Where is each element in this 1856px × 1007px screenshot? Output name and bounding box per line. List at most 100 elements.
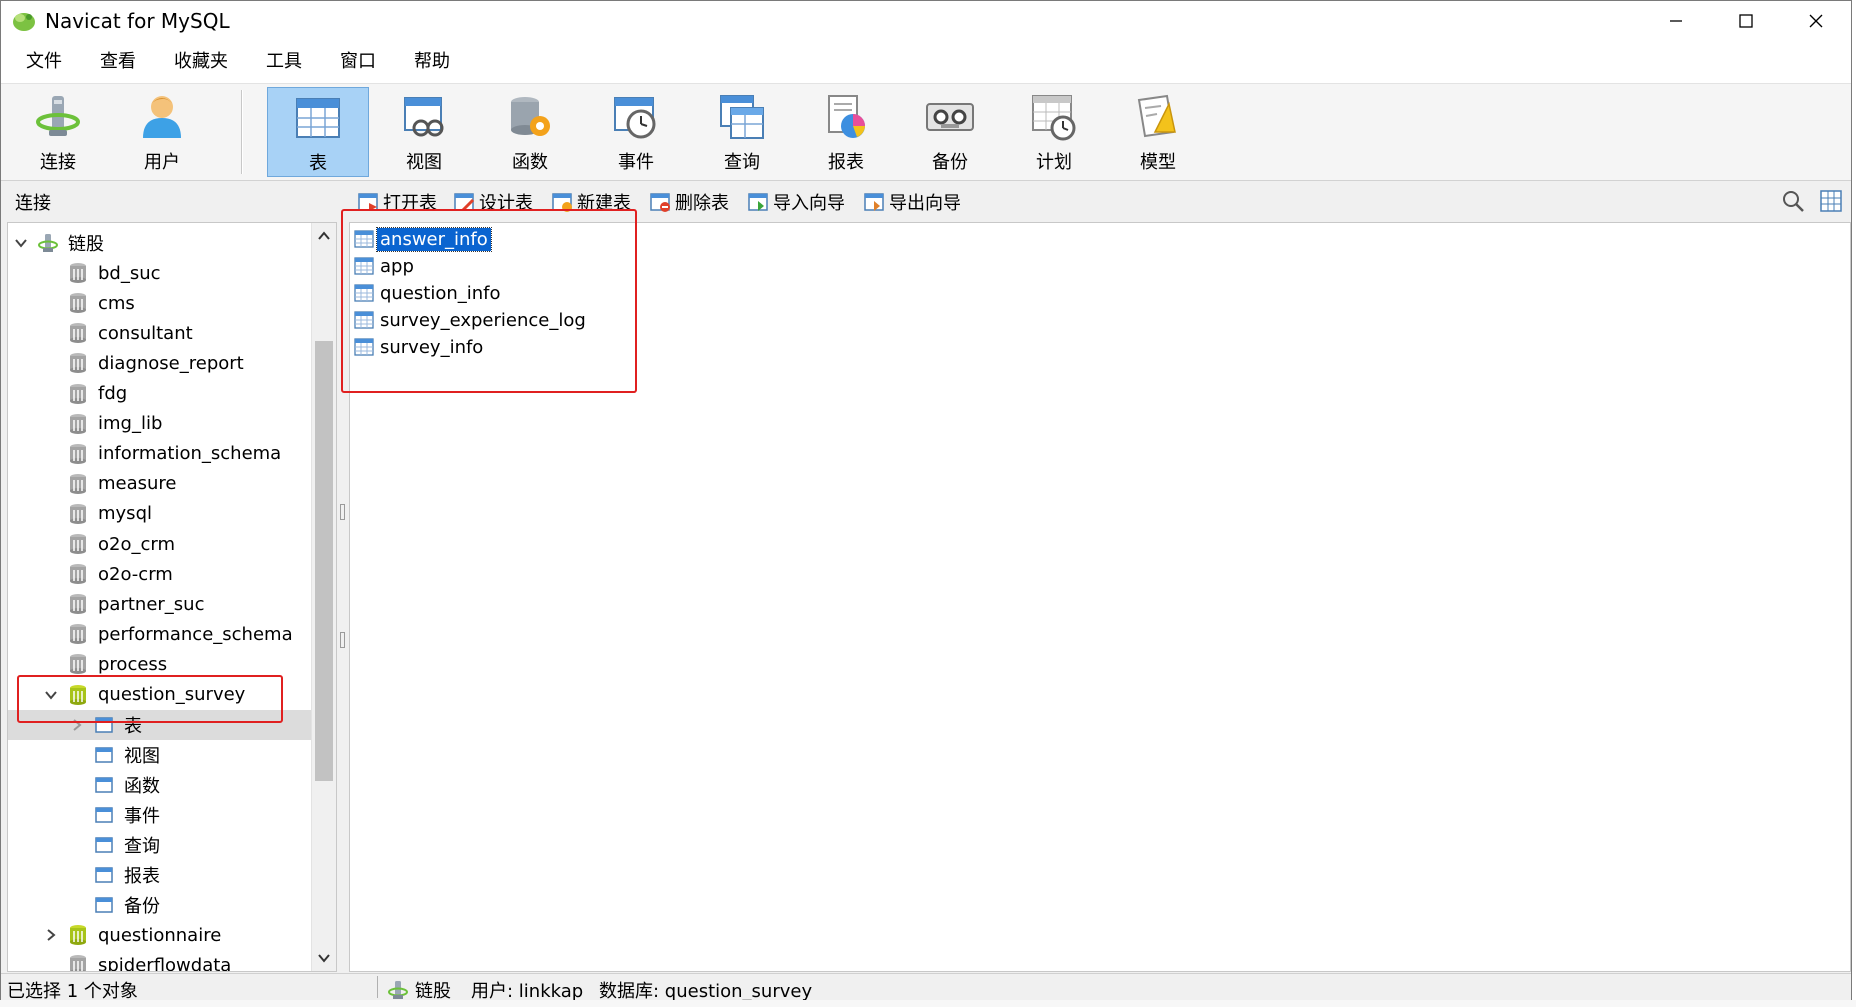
tool-user[interactable]: 用户 [111, 87, 213, 177]
splitter-grip[interactable] [340, 632, 345, 648]
maximize-button[interactable] [1711, 1, 1781, 41]
tool-query[interactable]: 查询 [691, 87, 793, 177]
design-table-label: 设计表 [479, 193, 533, 214]
tree-database-expanded[interactable]: question_survey [44, 680, 245, 710]
tree-object-group[interactable]: 查询 [94, 830, 160, 860]
table-item[interactable]: survey_info [354, 334, 486, 360]
tree-label: 链股 [68, 234, 104, 255]
table-icon [354, 338, 374, 356]
function-icon [511, 97, 550, 136]
app-window: Navicat for MySQL 文件 查看 收藏夹 工具 窗口 帮助 连接 … [0, 0, 1852, 1002]
status-bar: 已选择 1 个对象 链股 用户: linkkap 数据库: question_s… [1, 973, 1851, 1002]
tree-label: 视图 [124, 745, 160, 767]
scroll-thumb[interactable] [315, 341, 333, 781]
chevron-down-icon[interactable] [44, 688, 58, 702]
search-icon[interactable] [1781, 189, 1805, 213]
query-icon [95, 837, 113, 853]
open-table-label: 打开表 [383, 193, 437, 214]
tree-database[interactable]: consultant [68, 318, 193, 348]
tree-object-group[interactable]: 备份 [94, 890, 160, 920]
tree-database[interactable]: mysql [68, 499, 152, 529]
menu-favorites[interactable]: 收藏夹 [161, 41, 241, 83]
chevron-right-icon[interactable] [44, 928, 58, 942]
scroll-up-icon[interactable] [317, 229, 331, 243]
tree-object-group[interactable]: 事件 [94, 800, 160, 830]
tree-object-group[interactable]: 表 [70, 710, 142, 740]
table-item[interactable]: app [354, 253, 417, 279]
tree-database[interactable]: img_lib [68, 409, 162, 439]
tree-database[interactable]: cms [68, 288, 135, 318]
menu-help[interactable]: 帮助 [401, 41, 463, 83]
tool-label: 备份 [932, 152, 968, 173]
tree-scrollbar[interactable] [311, 223, 336, 971]
database-icon [70, 383, 86, 404]
tree-database[interactable]: o2o-crm [68, 559, 173, 589]
tool-label: 用户 [144, 152, 180, 173]
table-item[interactable]: survey_experience_log [354, 307, 589, 333]
table-name: survey_experience_log [380, 309, 586, 331]
tool-schedule[interactable]: 计划 [1003, 87, 1105, 177]
menu-file[interactable]: 文件 [13, 41, 75, 83]
tree-database[interactable]: partner_suc [68, 589, 204, 619]
tool-label: 表 [309, 153, 327, 174]
table-item[interactable]: answer_info [354, 226, 492, 252]
close-button[interactable] [1781, 1, 1851, 41]
minimize-button[interactable] [1641, 1, 1711, 41]
tool-label: 报表 [828, 152, 864, 173]
table-item[interactable]: question_info [354, 280, 504, 306]
tree-database[interactable]: questionnaire [44, 920, 221, 950]
tool-view[interactable]: 视图 [373, 87, 475, 177]
tree-connection[interactable]: 链股 [14, 228, 104, 258]
splitter-grip[interactable] [340, 504, 345, 520]
database-icon [70, 473, 86, 494]
tree-label: diagnose_report [98, 352, 244, 374]
tree-object-group[interactable]: 报表 [94, 860, 160, 890]
tool-event[interactable]: 事件 [585, 87, 687, 177]
tree-label: fdg [98, 383, 128, 404]
scroll-down-icon[interactable] [317, 951, 331, 965]
tree-database[interactable]: performance_schema [68, 619, 293, 649]
open-table-button[interactable]: 打开表 [357, 189, 437, 215]
tool-report[interactable]: 报表 [795, 87, 897, 177]
export-wizard-button[interactable]: 导出向导 [863, 189, 961, 215]
status-divider [377, 976, 378, 998]
menu-tools[interactable]: 工具 [253, 41, 315, 83]
import-wizard-button[interactable]: 导入向导 [747, 189, 845, 215]
delete-table-button[interactable]: 删除表 [649, 189, 729, 215]
menu-window[interactable]: 窗口 [327, 41, 389, 83]
menu-view[interactable]: 查看 [87, 41, 149, 83]
function-icon [95, 777, 113, 793]
tree-database[interactable]: bd_suc [68, 258, 161, 288]
table-icon [296, 98, 340, 138]
database-icon [70, 443, 86, 464]
tool-model[interactable]: 模型 [1107, 87, 1209, 177]
database-icon [70, 624, 86, 645]
tree-database[interactable]: information_schema [68, 439, 281, 469]
tree-object-group[interactable]: 函数 [94, 770, 160, 800]
grid-view-icon[interactable] [1819, 189, 1843, 213]
tree-database[interactable]: diagnose_report [68, 348, 244, 378]
design-table-icon [454, 193, 475, 212]
pane-splitter[interactable] [338, 222, 348, 972]
table-icon [354, 230, 374, 248]
tool-connection[interactable]: 连接 [7, 87, 109, 177]
tree-label: consultant [98, 322, 193, 344]
database-icon [70, 534, 86, 554]
tree-label: performance_schema [98, 623, 293, 645]
new-table-button[interactable]: 新建表 [551, 189, 631, 215]
tree-database[interactable]: spiderflowdata [68, 950, 231, 971]
tool-backup[interactable]: 备份 [899, 87, 1001, 177]
tool-function[interactable]: 函数 [479, 87, 581, 177]
chevron-down-icon[interactable] [14, 236, 28, 250]
tree-database[interactable]: fdg [68, 379, 127, 409]
table-icon [354, 284, 374, 302]
design-table-button[interactable]: 设计表 [453, 189, 533, 215]
tree-database[interactable]: measure [68, 469, 177, 499]
tree-database[interactable]: process [68, 649, 167, 679]
table-icon [354, 311, 374, 329]
tree-object-group[interactable]: 视图 [94, 740, 160, 770]
tool-table[interactable]: 表 [267, 87, 369, 177]
tree-database[interactable]: o2o_crm [68, 529, 175, 559]
chevron-right-icon[interactable] [70, 718, 84, 732]
tool-label: 查询 [724, 152, 760, 173]
